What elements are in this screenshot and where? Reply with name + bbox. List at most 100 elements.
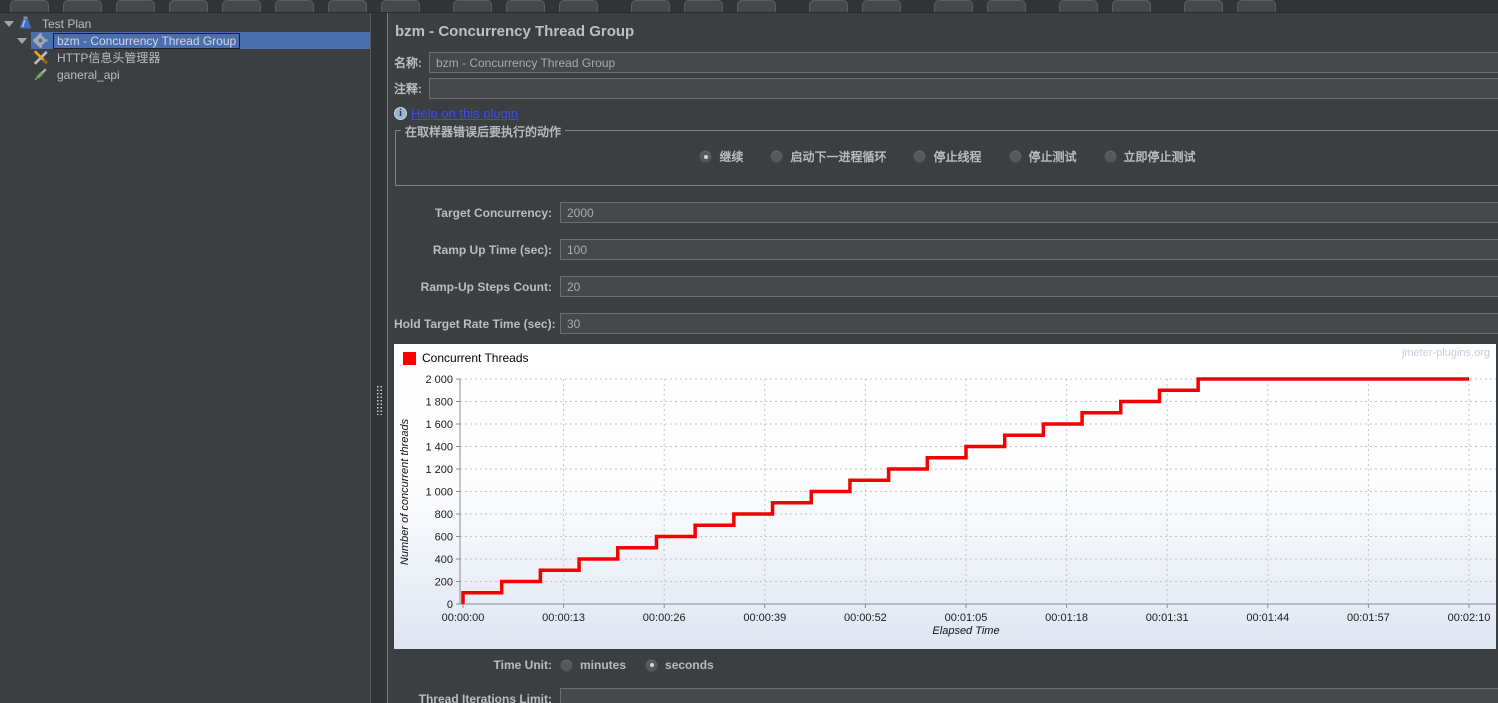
x-tick-label: 00:00:26 bbox=[643, 612, 686, 624]
test-plan-tree: Test Plan bzm - Concurrency Thread Group bbox=[0, 13, 371, 703]
thread-iterations-row: Thread Iterations Limit: bbox=[394, 688, 1498, 703]
radio-label: 继续 bbox=[719, 150, 744, 164]
radio-label: seconds bbox=[665, 658, 714, 672]
toolbar-button[interactable] bbox=[684, 0, 723, 12]
toolbar-button[interactable] bbox=[934, 0, 973, 12]
toolbar-button[interactable] bbox=[63, 0, 102, 12]
legend-swatch-red bbox=[403, 351, 416, 365]
chart-legend: Concurrent Threads bbox=[403, 351, 529, 365]
radio-option[interactable]: seconds bbox=[645, 658, 714, 672]
time-unit-options: minutes seconds bbox=[560, 658, 714, 672]
watermark: jmeter-plugins.org bbox=[1401, 347, 1490, 359]
ramp-up-steps-label: Ramp-Up Steps Count: bbox=[420, 279, 552, 294]
header-manager-icon bbox=[33, 50, 48, 65]
tree-item-ganeral-api[interactable]: ganeral_api bbox=[0, 66, 370, 83]
top-toolbar bbox=[0, 0, 1498, 13]
toolbar-button[interactable] bbox=[559, 0, 598, 12]
toolbar-button[interactable] bbox=[328, 0, 367, 12]
toolbar-button[interactable] bbox=[222, 0, 261, 12]
toolbar-button[interactable] bbox=[275, 0, 314, 12]
radio-selected-icon[interactable] bbox=[699, 150, 713, 163]
toolbar-button[interactable] bbox=[116, 0, 155, 12]
toolbar-button[interactable] bbox=[1112, 0, 1151, 12]
radio-label: 停止测试 bbox=[1028, 150, 1077, 164]
content-area: Test Plan bzm - Concurrency Thread Group bbox=[0, 13, 1498, 703]
toolbar-button[interactable] bbox=[1184, 0, 1223, 12]
panel-splitter[interactable] bbox=[371, 13, 388, 703]
x-tick-label: 00:02:10 bbox=[1448, 612, 1491, 624]
radio-option[interactable]: 停止测试 bbox=[1008, 148, 1077, 165]
name-input[interactable] bbox=[429, 52, 1498, 73]
x-tick-label: 00:01:05 bbox=[945, 612, 988, 624]
toolbar-button[interactable] bbox=[862, 0, 901, 12]
toolbar-button[interactable] bbox=[631, 0, 670, 12]
tree-item-thread-group[interactable]: bzm - Concurrency Thread Group bbox=[0, 32, 370, 49]
radio-unselected-icon[interactable] bbox=[913, 150, 927, 163]
radio-label: 立即停止测试 bbox=[1123, 150, 1196, 164]
thread-iterations-input[interactable] bbox=[560, 688, 1498, 703]
radio-option[interactable]: 启动下一进程循环 bbox=[770, 148, 886, 165]
radio-unselected-icon[interactable] bbox=[770, 150, 784, 163]
page-title: bzm - Concurrency Thread Group bbox=[395, 23, 635, 40]
help-plugin-link[interactable]: Help on this plugin bbox=[411, 106, 518, 121]
y-tick-label: 1 600 bbox=[425, 419, 453, 431]
thread-iterations-label: Thread Iterations Limit: bbox=[418, 691, 552, 703]
tree-item-test-plan[interactable]: Test Plan bbox=[0, 15, 370, 32]
toolbar-button[interactable] bbox=[737, 0, 776, 12]
radio-option[interactable]: 继续 bbox=[699, 148, 743, 165]
target-concurrency-row: Target Concurrency: bbox=[394, 202, 1498, 223]
radio-label: minutes bbox=[580, 658, 627, 672]
sampler-syringe-icon bbox=[34, 68, 47, 81]
radio-unselected-icon[interactable] bbox=[1103, 150, 1117, 163]
splitter-grip-icon[interactable] bbox=[376, 385, 383, 415]
comment-input[interactable] bbox=[429, 78, 1498, 99]
x-tick-label: 00:00:00 bbox=[442, 612, 485, 624]
ramp-up-time-label: Ramp Up Time (sec): bbox=[432, 242, 552, 257]
tree-item-http-header-manager[interactable]: HTTP信息头管理器 bbox=[0, 49, 370, 66]
target-concurrency-input[interactable] bbox=[560, 202, 1498, 223]
y-tick-label: 600 bbox=[435, 532, 453, 544]
y-tick-label: 0 bbox=[447, 599, 453, 611]
toolbar-button[interactable] bbox=[506, 0, 545, 12]
hold-target-rate-input[interactable] bbox=[560, 313, 1498, 334]
y-tick-label: 200 bbox=[435, 577, 453, 589]
thread-group-config-panel: bzm - Concurrency Thread Group 名称: 注释: i… bbox=[388, 13, 1498, 703]
x-tick-label: 00:00:52 bbox=[844, 612, 887, 624]
toolbar-button[interactable] bbox=[1237, 0, 1276, 12]
toolbar-button[interactable] bbox=[987, 0, 1026, 12]
toolbar-button[interactable] bbox=[10, 0, 49, 12]
radio-label: 启动下一进程循环 bbox=[790, 150, 887, 164]
y-tick-label: 400 bbox=[435, 554, 453, 566]
time-unit-row: Time Unit: minutes seconds bbox=[394, 658, 1498, 672]
target-concurrency-label: Target Concurrency: bbox=[434, 205, 552, 220]
x-tick-label: 00:01:57 bbox=[1347, 612, 1390, 624]
x-tick-label: 00:01:44 bbox=[1246, 612, 1289, 624]
expander-down-icon[interactable] bbox=[4, 20, 14, 27]
radio-unselected-icon[interactable] bbox=[560, 658, 573, 672]
radio-unselected-icon[interactable] bbox=[1008, 150, 1022, 163]
expander-down-icon[interactable] bbox=[17, 37, 27, 44]
toolbar-button[interactable] bbox=[1059, 0, 1098, 12]
toolbar-button[interactable] bbox=[453, 0, 492, 12]
name-row: 名称: bbox=[394, 52, 1498, 73]
comment-row: 注释: bbox=[394, 78, 1498, 99]
time-unit-label: Time Unit: bbox=[493, 658, 552, 672]
toolbar-button[interactable] bbox=[381, 0, 420, 12]
x-tick-label: 00:01:18 bbox=[1045, 612, 1088, 624]
tree-selection-highlight[interactable]: bzm - Concurrency Thread Group bbox=[31, 32, 370, 49]
info-icon: i bbox=[394, 107, 407, 120]
ramp-up-time-input[interactable] bbox=[560, 239, 1498, 260]
radio-selected-icon[interactable] bbox=[645, 658, 659, 672]
x-tick-label: 00:00:39 bbox=[743, 612, 786, 624]
toolbar-button[interactable] bbox=[169, 0, 208, 12]
radio-option[interactable]: minutes bbox=[560, 658, 626, 672]
help-row: i Help on this plugin bbox=[394, 106, 1498, 121]
tree-item-label: bzm - Concurrency Thread Group bbox=[53, 32, 241, 49]
ramp-up-steps-input[interactable] bbox=[560, 276, 1498, 297]
radio-option[interactable]: 立即停止测试 bbox=[1103, 148, 1196, 165]
test-plan-flask-icon bbox=[19, 16, 32, 29]
radio-option[interactable]: 停止线程 bbox=[913, 148, 982, 165]
error-action-options: 继续 启动下一进程循环 停止线程 停止测试 立即停止测试 bbox=[396, 148, 1498, 165]
toolbar-button[interactable] bbox=[809, 0, 848, 12]
x-tick-label: 00:01:31 bbox=[1146, 612, 1189, 624]
